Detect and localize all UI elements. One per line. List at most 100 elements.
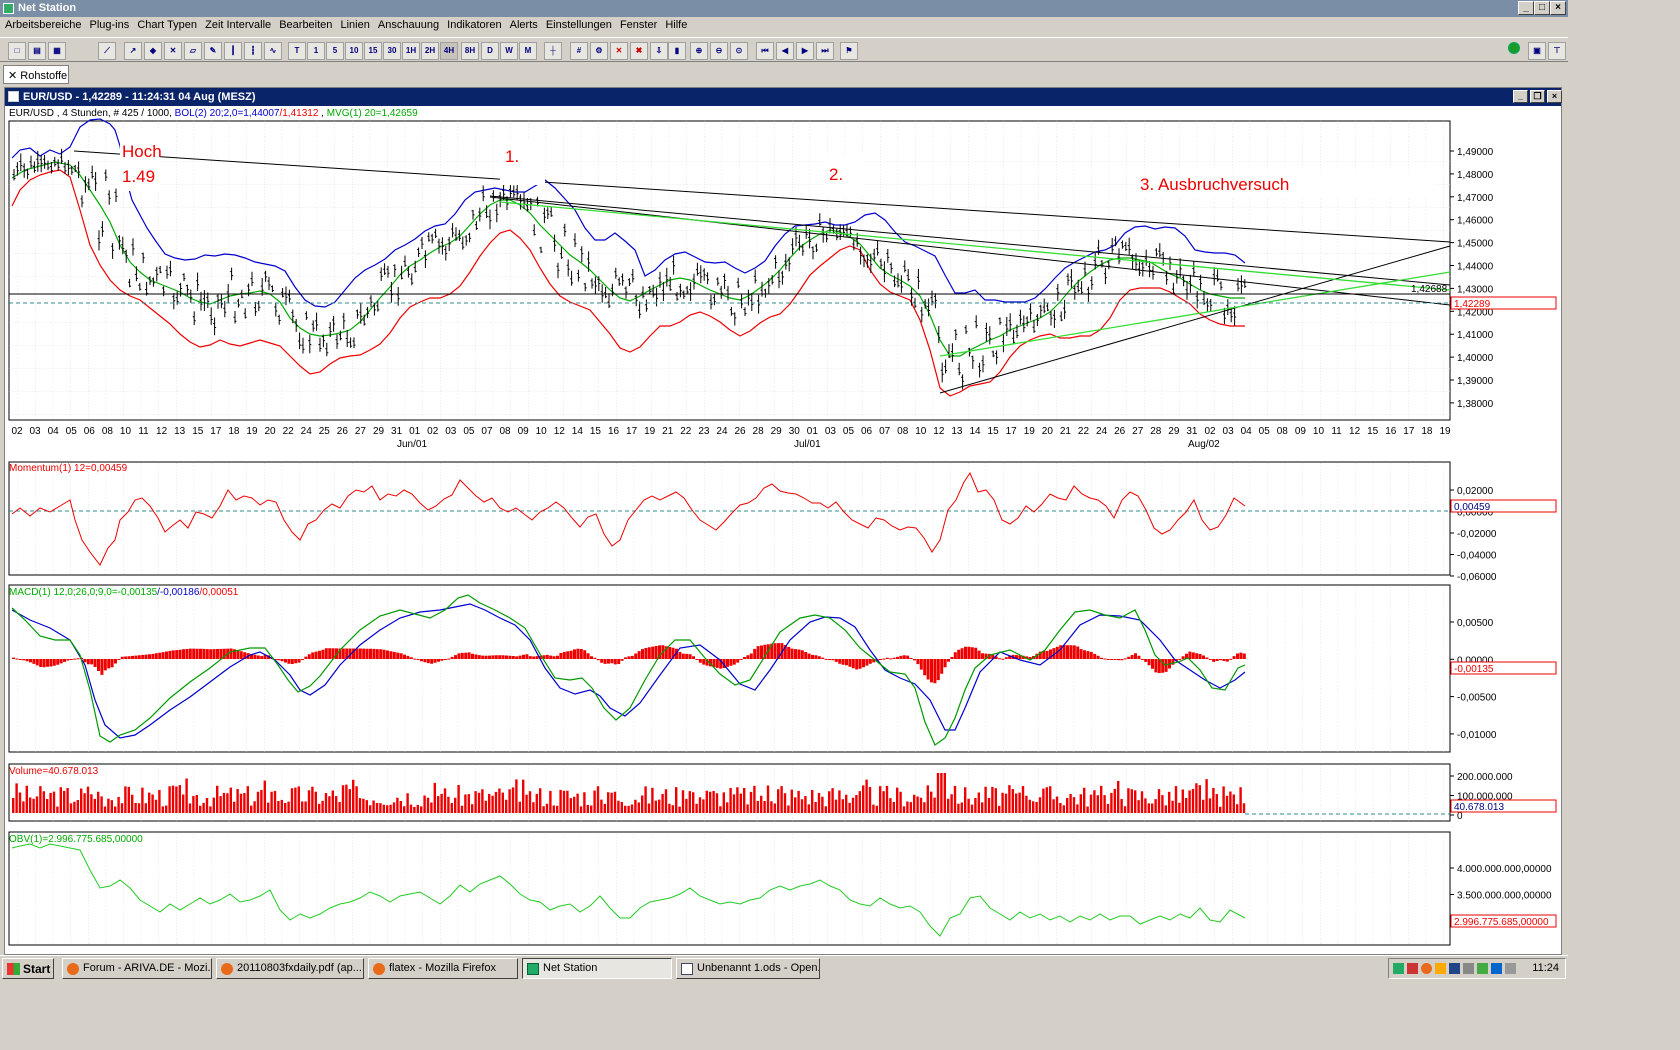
tray-volume-icon[interactable]: [1505, 963, 1516, 974]
momentum-panel[interactable]: Momentum(1) 12=0,00459 0,020000,00000-0,…: [8, 461, 1557, 583]
task-flatex[interactable]: flatex - Mozilla Firefox: [368, 958, 518, 979]
menu-fenster[interactable]: Fenster: [620, 17, 662, 31]
minimize-icon[interactable]: _: [1518, 1, 1534, 15]
line-tool-icon[interactable]: ↗: [124, 42, 142, 60]
date-tick-label: 19: [1024, 426, 1036, 437]
menu-bearbeiten[interactable]: Bearbeiten: [279, 17, 337, 31]
menu-einstellungen[interactable]: Einstellungen: [546, 17, 617, 31]
tray-network-icon[interactable]: [1393, 963, 1404, 974]
date-tick-label: 18: [1421, 426, 1433, 437]
date-tick-label: 20: [1042, 426, 1054, 437]
task-ariva-forum[interactable]: Forum - ARIVA.DE - Mozi...: [62, 958, 212, 979]
download-icon[interactable]: ⇩: [650, 42, 668, 60]
close-icon[interactable]: ×: [1550, 1, 1566, 15]
chart-close-icon[interactable]: ×: [1547, 90, 1562, 103]
menu-indikatoren[interactable]: Indikatoren: [447, 17, 506, 31]
interval-1h-button[interactable]: 1H: [402, 42, 420, 60]
date-tick-label: 28: [1150, 426, 1162, 437]
interval-2h-button[interactable]: 2H: [421, 42, 439, 60]
settings-icon[interactable]: ⚙: [590, 42, 608, 60]
date-tick-label: 02: [427, 426, 439, 437]
tray-security-icon[interactable]: [1407, 963, 1418, 974]
grid-icon[interactable]: #: [570, 42, 588, 60]
tray-app-icon[interactable]: [1477, 963, 1488, 974]
tray-monitor-icon[interactable]: [1449, 963, 1460, 974]
menu-linien[interactable]: Linien: [340, 17, 374, 31]
interval-15-button[interactable]: 15: [364, 42, 382, 60]
pin-icon[interactable]: ⊤: [1548, 42, 1566, 60]
chart-restore-icon[interactable]: ❐: [1530, 90, 1545, 103]
interval-m-button[interactable]: M: [519, 42, 537, 60]
interval-8h-button[interactable]: 8H: [461, 42, 479, 60]
chart-area[interactable]: EUR/USD , 4 Stunden, # 425 / 1000, BOL(2…: [0, 104, 1568, 955]
obv-panel[interactable]: OBV(1)=2.996.775.685,00000 4.000.000.000…: [8, 831, 1557, 946]
task-net-station[interactable]: Net Station: [522, 958, 672, 979]
save-icon[interactable]: ▦: [48, 42, 66, 60]
interval-d-button[interactable]: D: [481, 42, 499, 60]
interval-5-button[interactable]: 5: [326, 42, 344, 60]
zoom-out-icon[interactable]: ⊖: [710, 42, 728, 60]
macd-panel[interactable]: MACD(1) 12,0;26,0;9,0=-0,00135/-0,00186/…: [8, 584, 1557, 753]
zoom-in-icon[interactable]: ⊕: [690, 42, 708, 60]
macd-value: -0,00135: [1454, 664, 1494, 675]
date-tick-label: 28: [753, 426, 765, 437]
maximize-icon[interactable]: □: [1534, 1, 1550, 15]
menu-alerts[interactable]: Alerts: [510, 17, 543, 31]
bar-chart-icon[interactable]: ┃: [224, 42, 242, 60]
chart-minimize-icon[interactable]: _: [1513, 90, 1528, 103]
date-tick-label: 14: [969, 426, 981, 437]
interval-4h-button[interactable]: 4H: [440, 42, 458, 60]
fibonacci-icon[interactable]: ✕: [164, 42, 182, 60]
interval-w-button[interactable]: W: [500, 42, 518, 60]
menu-plug-ins[interactable]: Plug-ins: [90, 17, 135, 31]
open-icon[interactable]: ▤: [28, 42, 46, 60]
task-fxdaily-pdf[interactable]: 20110803fxdaily.pdf (ap...: [216, 958, 364, 979]
interval-10-button[interactable]: 10: [345, 42, 363, 60]
date-tick-label: 13: [951, 426, 963, 437]
menu-anschauung[interactable]: Anschauung: [378, 17, 444, 31]
alert-icon[interactable]: ⚑: [840, 42, 858, 60]
date-tick-label: 23: [698, 426, 710, 437]
candle-chart-icon[interactable]: ┇: [244, 42, 262, 60]
tab-rohstoffe[interactable]: ✕ Rohstoffe: [3, 65, 69, 84]
scroll-right-icon[interactable]: ▶: [796, 42, 814, 60]
tray-firefox-icon[interactable]: [1421, 963, 1432, 974]
line-chart-icon[interactable]: ∿: [264, 42, 282, 60]
pencil-icon[interactable]: ✎: [204, 42, 222, 60]
date-tick-label: 11: [1331, 426, 1342, 437]
date-tick-label: 22: [1078, 426, 1090, 437]
indicator-icon[interactable]: ▮: [668, 42, 686, 60]
volume-panel[interactable]: Volume=40.678.013 200.000.000100.000.000…: [8, 763, 1557, 822]
interval-1-button[interactable]: 1: [307, 42, 325, 60]
task-unbenannt-ods[interactable]: Unbenannt 1.ods - Open...: [676, 958, 820, 979]
tray-update-icon[interactable]: [1435, 963, 1446, 974]
scroll-start-icon[interactable]: ⏮: [756, 42, 774, 60]
momentum-grid: [9, 462, 1450, 575]
delete-all-icon[interactable]: ✖: [630, 42, 648, 60]
menu-chart-typen[interactable]: Chart Typen: [137, 17, 202, 31]
start-button[interactable]: Start: [2, 958, 54, 979]
chart-type-icon[interactable]: ⟋: [98, 42, 116, 60]
menu-zeit-intervalle[interactable]: Zeit Intervalle: [205, 17, 276, 31]
line-price-label: 1,42688: [1411, 284, 1448, 295]
crosshair-icon[interactable]: ┼: [544, 42, 562, 60]
menu-arbeitsbereiche[interactable]: Arbeitsbereiche: [5, 17, 86, 31]
new-icon[interactable]: □: [8, 42, 26, 60]
tray-device-icon[interactable]: [1463, 963, 1474, 974]
delete-icon[interactable]: ✕: [610, 42, 628, 60]
channel-icon[interactable]: ▱: [184, 42, 202, 60]
price-panel[interactable]: EUR/USD , 4 Stunden, # 425 / 1000, BOL(2…: [8, 108, 1557, 450]
close-tab-icon[interactable]: ✕: [8, 70, 17, 82]
date-tick-label: 07: [879, 426, 891, 437]
tray-info-icon[interactable]: [1491, 963, 1502, 974]
scroll-left-icon[interactable]: ◀: [776, 42, 794, 60]
menu-hilfe[interactable]: Hilfe: [665, 17, 692, 31]
zoom-reset-icon[interactable]: ⊙: [730, 42, 748, 60]
interval-30-button[interactable]: 30: [383, 42, 401, 60]
interval-t-button[interactable]: T: [288, 42, 306, 60]
panel-toggle-icon[interactable]: ▣: [1528, 42, 1546, 60]
last-price-label: 1,42289: [1454, 299, 1491, 310]
price-tick-label: 1,49000: [1457, 147, 1494, 158]
scroll-end-icon[interactable]: ⏭: [816, 42, 834, 60]
marker-icon[interactable]: ◆: [144, 42, 162, 60]
